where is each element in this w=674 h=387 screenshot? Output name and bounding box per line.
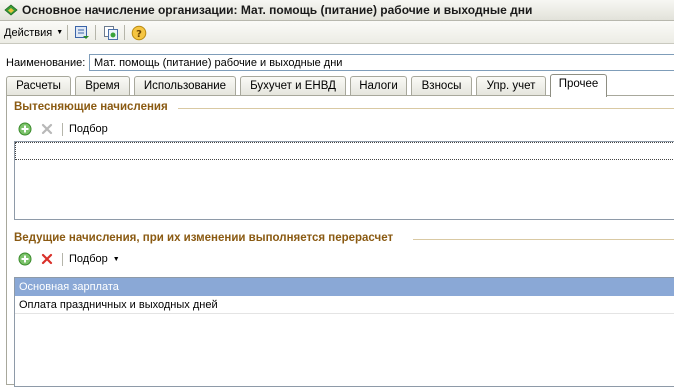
help-icon: ? xyxy=(131,25,147,40)
leading-toolbar: Подбор ▼ xyxy=(16,250,120,268)
toolbar-separator xyxy=(62,122,63,136)
actions-menu-button[interactable]: Действия ▼ xyxy=(4,24,63,41)
main-toolbar: Действия ▼ ? xyxy=(0,21,674,44)
displacing-toolbar: Подбор xyxy=(16,120,108,138)
leading-accruals-table[interactable]: Основная зарплата Оплата праздничных и в… xyxy=(14,277,674,387)
name-row: Наименование: Мат. помощь (питание) рабо… xyxy=(0,54,674,72)
tab-time[interactable]: Время xyxy=(75,76,130,96)
add-displacing-button[interactable] xyxy=(16,120,34,138)
select-displacing-button[interactable]: Подбор xyxy=(69,123,108,135)
tab-calculations[interactable]: Расчеты xyxy=(6,76,71,96)
table-row-empty[interactable] xyxy=(15,142,674,160)
displacing-accruals-table[interactable] xyxy=(14,141,674,220)
tab-contributions[interactable]: Взносы xyxy=(411,76,472,96)
help-button[interactable]: ? xyxy=(130,24,148,41)
row-label: Оплата праздничных и выходных дней xyxy=(19,299,218,311)
select-leading-button[interactable]: Подбор ▼ xyxy=(69,253,120,265)
name-input[interactable]: Мат. помощь (питание) рабочие и выходные… xyxy=(89,54,674,71)
section-title-leading: Ведущие начисления, при их изменении вып… xyxy=(14,232,394,244)
copy-document-button[interactable] xyxy=(102,24,120,41)
section-divider xyxy=(413,239,674,240)
tab-accounting-envd[interactable]: Бухучет и ЕНВД xyxy=(240,76,346,96)
tab-taxes[interactable]: Налоги xyxy=(350,76,407,96)
svg-text:?: ? xyxy=(136,29,142,40)
row-label: Основная зарплата xyxy=(19,281,119,293)
save-and-close-icon xyxy=(75,26,89,39)
delete-icon xyxy=(41,253,53,265)
tab-management-accounting[interactable]: Упр. учет xyxy=(476,76,546,96)
section-title-displacing: Вытесняющие начисления xyxy=(14,101,168,113)
copy-document-icon xyxy=(104,26,118,40)
window-titlebar: Основное начисление организации: Мат. по… xyxy=(0,0,674,21)
toolbar-separator xyxy=(62,252,63,266)
add-leading-button[interactable] xyxy=(16,250,34,268)
section-divider xyxy=(178,108,674,109)
add-icon xyxy=(18,122,32,136)
tab-usage[interactable]: Использование xyxy=(134,76,236,96)
table-row[interactable]: Оплата праздничных и выходных дней xyxy=(15,296,674,314)
table-row[interactable]: Основная зарплата xyxy=(15,278,674,296)
delete-displacing-button[interactable] xyxy=(38,120,56,138)
select-label: Подбор xyxy=(69,123,108,135)
tab-strip: Расчеты Время Использование Бухучет и ЕН… xyxy=(0,74,674,97)
window-title: Основное начисление организации: Мат. по… xyxy=(22,3,533,17)
dropdown-arrow-icon: ▼ xyxy=(56,29,64,36)
delete-icon xyxy=(41,123,53,135)
delete-leading-button[interactable] xyxy=(38,250,56,268)
toolbar-separator xyxy=(124,25,125,40)
app-logo-icon xyxy=(4,4,18,16)
save-and-close-button[interactable] xyxy=(73,24,91,41)
add-icon xyxy=(18,252,32,266)
toolbar-separator xyxy=(95,25,96,40)
tab-other[interactable]: Прочее xyxy=(550,74,607,97)
toolbar-separator xyxy=(67,25,68,40)
select-label: Подбор xyxy=(69,253,108,265)
dropdown-arrow-icon: ▼ xyxy=(112,255,120,263)
name-label: Наименование: xyxy=(6,57,86,69)
actions-menu-label: Действия xyxy=(4,26,53,39)
